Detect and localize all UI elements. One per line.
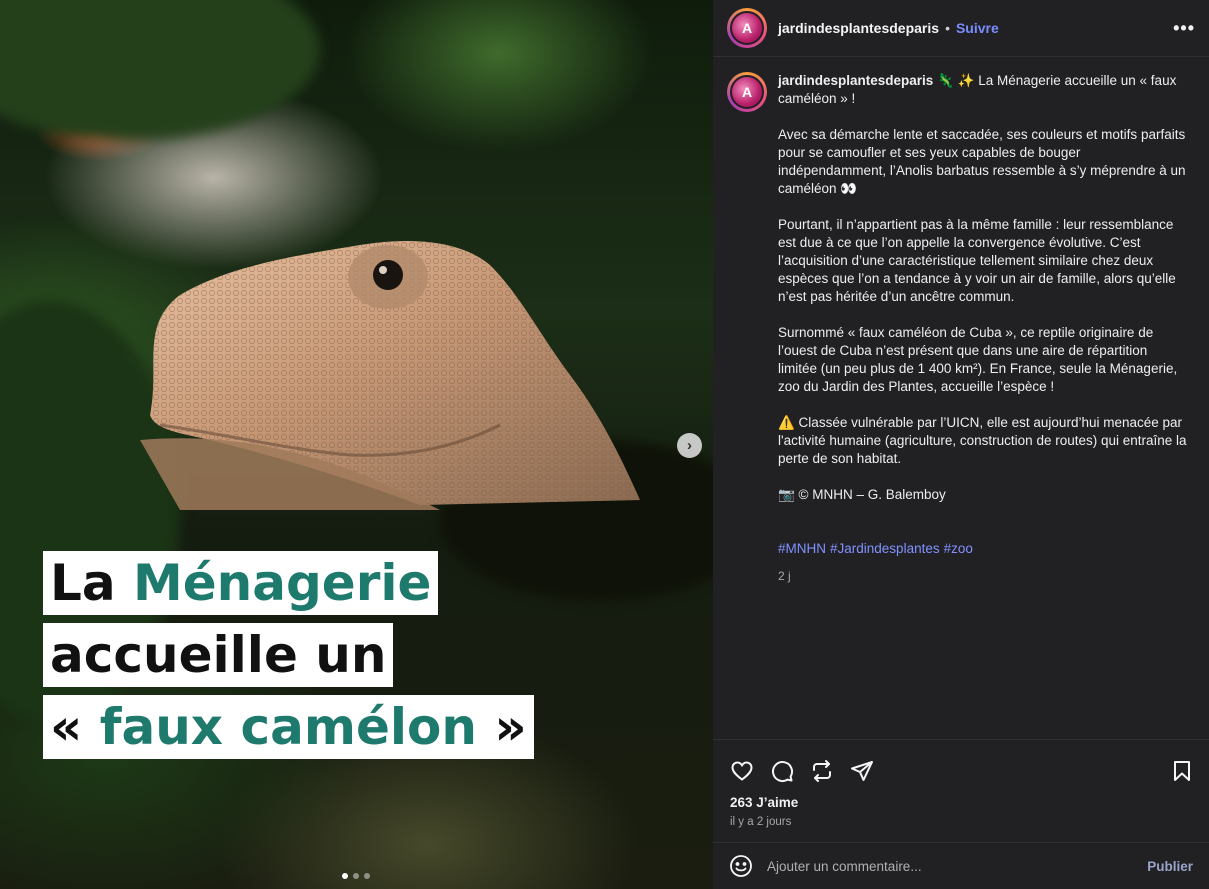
media-caption-line-2: accueille un bbox=[43, 623, 394, 687]
repost-icon bbox=[813, 760, 831, 782]
comment-icon bbox=[772, 761, 794, 783]
send-button[interactable] bbox=[849, 758, 875, 784]
comment-button[interactable] bbox=[769, 758, 795, 784]
avatar-image: A bbox=[730, 11, 764, 45]
caption-paragraph: ⚠️ Classée vulnérable par l’UICN, elle e… bbox=[778, 415, 1187, 466]
media-caption-line-3: « faux camélon » bbox=[43, 695, 534, 759]
hashtag-link[interactable]: #MNHN bbox=[778, 541, 826, 556]
hashtag-list: #MNHN #Jardindesplantes #zoo bbox=[778, 522, 1188, 558]
caption-accent-text: Ménagerie bbox=[133, 554, 432, 612]
caption-text: accueille un bbox=[50, 626, 387, 684]
action-bar bbox=[713, 740, 1209, 790]
background-leaf bbox=[0, 0, 320, 140]
like-button[interactable] bbox=[729, 758, 755, 784]
caption-quote-open: « bbox=[50, 698, 100, 756]
caption-text: La bbox=[50, 554, 134, 612]
caption-paragraph: Pourtant, il n’appartient pas à la même … bbox=[778, 217, 1176, 304]
lizard-photo bbox=[140, 241, 640, 510]
carousel-indicator bbox=[342, 873, 370, 879]
caption-intro: jardindesplantesdeparis 🦎 ✨ La Ménagerie… bbox=[778, 72, 1188, 108]
media-caption-line-1: La Ménagerie bbox=[43, 551, 439, 615]
heart-icon bbox=[731, 761, 753, 781]
caption-accent-text: faux camélon bbox=[99, 698, 477, 756]
dot-separator: • bbox=[945, 20, 950, 36]
next-slide-button[interactable]: › bbox=[677, 433, 702, 458]
header-username[interactable]: jardindesplantesdeparis bbox=[778, 20, 939, 36]
caption-row: A jardindesplantesdeparis 🦎 ✨ La Ménager… bbox=[727, 72, 1195, 585]
caption-username[interactable]: jardindesplantesdeparis bbox=[778, 73, 933, 88]
comment-input[interactable]: Ajouter un commentaire... bbox=[767, 859, 1147, 874]
chevron-right-icon: › bbox=[687, 437, 692, 454]
post-date[interactable]: il y a 2 jours bbox=[713, 816, 1209, 828]
caption-body: jardindesplantesdeparis 🦎 ✨ La Ménagerie… bbox=[778, 72, 1188, 585]
post-actions: 263 J’aime il y a 2 jours bbox=[713, 739, 1209, 842]
carousel-dot bbox=[342, 873, 348, 879]
caption-section: A jardindesplantesdeparis 🦎 ✨ La Ménager… bbox=[713, 58, 1209, 738]
hashtag-link[interactable]: #Jardindesplantes bbox=[830, 541, 940, 556]
caption-paragraph: 📷 © MNHN – G. Balemboy bbox=[778, 487, 946, 502]
post-media[interactable]: La Ménagerie accueille un « faux camélon… bbox=[0, 0, 713, 889]
emoji-icon[interactable] bbox=[729, 854, 753, 878]
more-options-icon[interactable]: ••• bbox=[1173, 18, 1195, 39]
follow-button[interactable]: Suivre bbox=[956, 20, 999, 36]
avatar[interactable]: A bbox=[727, 72, 767, 112]
repost-button[interactable] bbox=[809, 758, 835, 784]
avatar-image: A bbox=[730, 75, 764, 109]
bookmark-icon bbox=[1174, 761, 1190, 781]
caption-time[interactable]: 2 j bbox=[778, 567, 1188, 585]
publish-button[interactable]: Publier bbox=[1147, 859, 1193, 874]
caption-quote-close: » bbox=[476, 698, 527, 756]
comment-composer: Ajouter un commentaire... Publier bbox=[713, 842, 1209, 889]
send-icon bbox=[851, 761, 873, 781]
caption-paragraph: Avec sa démarche lente et saccadée, ses … bbox=[778, 127, 1186, 196]
carousel-dot bbox=[353, 873, 359, 879]
avatar[interactable]: A bbox=[727, 8, 767, 48]
carousel-dot bbox=[364, 873, 370, 879]
caption-paragraph: Surnommé « faux caméléon de Cuba », ce r… bbox=[778, 325, 1178, 394]
save-button[interactable] bbox=[1169, 758, 1195, 784]
post-header: A jardindesplantesdeparis • Suivre ••• bbox=[713, 0, 1209, 57]
hashtag-link[interactable]: #zoo bbox=[944, 541, 973, 556]
like-count[interactable]: 263 J’aime bbox=[713, 795, 1209, 810]
post-details-panel: A jardindesplantesdeparis • Suivre ••• A… bbox=[713, 0, 1209, 889]
